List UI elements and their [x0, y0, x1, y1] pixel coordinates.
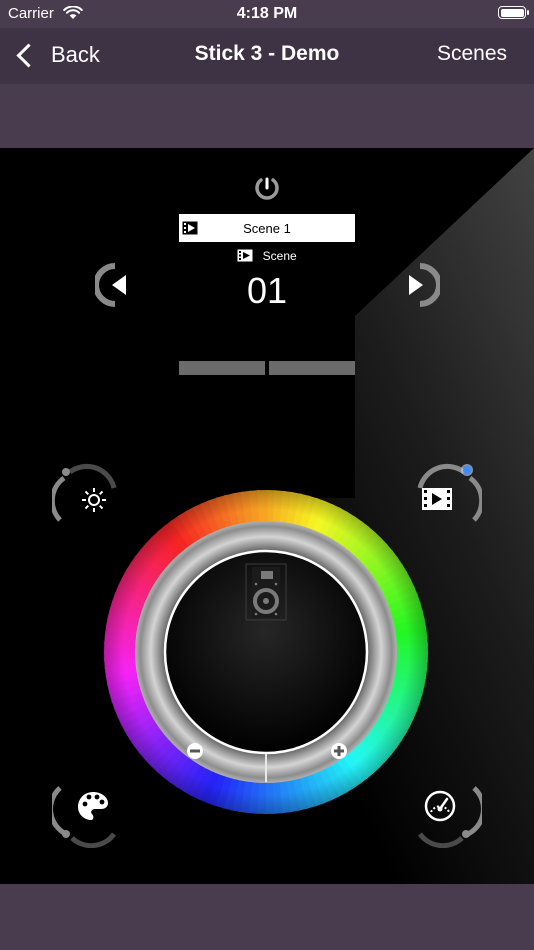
speedometer-icon — [424, 790, 456, 822]
plus-button[interactable] — [331, 743, 347, 759]
previous-icon — [112, 275, 126, 295]
scenes-button[interactable]: Scenes — [437, 42, 507, 66]
back-label: Back — [51, 42, 100, 67]
previous-button[interactable] — [95, 262, 135, 308]
power-button[interactable] — [253, 174, 281, 202]
battery-icon — [498, 6, 529, 19]
top-chrome: Carrier 4:18 PM Back Stick 3 - Demo Scen… — [0, 0, 534, 148]
bottom-band — [0, 884, 534, 950]
scene-slot-right[interactable] — [269, 361, 355, 375]
controller-panel: Scene 1 Scene 01 — [0, 148, 534, 884]
navigation-bar: Back Stick 3 - Demo Scenes — [0, 28, 534, 84]
scene-name: Scene 1 — [243, 220, 291, 236]
sun-icon — [82, 488, 106, 512]
status-time: 4:18 PM — [236, 5, 298, 22]
color-wheel[interactable] — [104, 490, 428, 814]
scene-caption-label: Scene — [262, 249, 297, 263]
scene-name-field[interactable]: Scene 1 — [179, 214, 355, 242]
next-icon — [409, 275, 423, 295]
speaker-icon — [245, 563, 287, 621]
back-button[interactable]: Back — [14, 39, 100, 71]
next-button[interactable] — [400, 262, 440, 308]
scene-number: 01 — [246, 270, 288, 311]
status-bar: Carrier 4:18 PM — [0, 0, 534, 28]
scene-caption: Scene — [0, 249, 534, 263]
app-screen: Carrier 4:18 PM Back Stick 3 - Demo Scen… — [0, 0, 534, 950]
chevron-left-icon — [16, 42, 41, 68]
scene-slot-left[interactable] — [179, 361, 265, 375]
minus-icon — [190, 749, 200, 753]
minus-button[interactable] — [187, 743, 203, 759]
film-icon — [182, 221, 198, 235]
film-icon — [237, 249, 253, 262]
